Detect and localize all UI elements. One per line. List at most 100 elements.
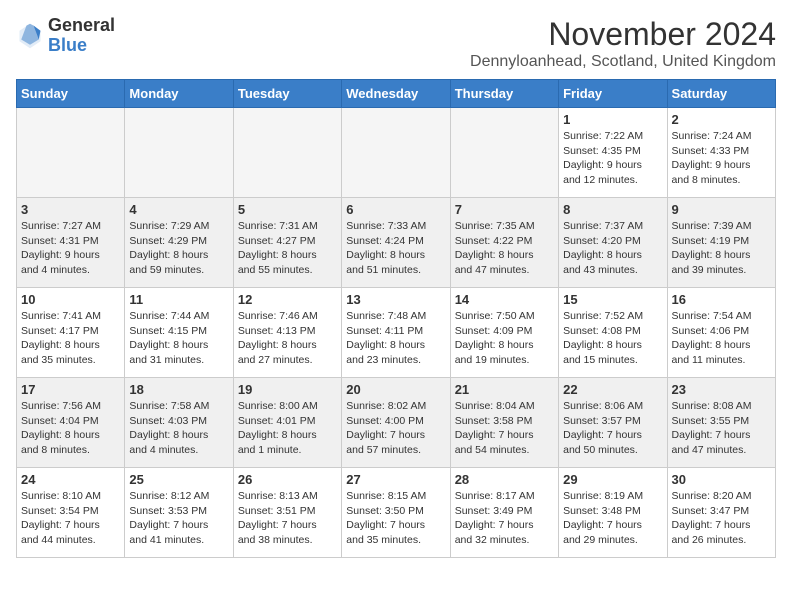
day-cell: 17 Sunrise: 7:56 AM Sunset: 4:04 PM Dayli… [17, 378, 125, 468]
day-number: 4 [129, 202, 228, 217]
day-number: 3 [21, 202, 120, 217]
calendar-week-2: 10 Sunrise: 7:41 AM Sunset: 4:17 PM Dayli… [17, 288, 776, 378]
day-number: 22 [563, 382, 662, 397]
day-number: 8 [563, 202, 662, 217]
header-monday: Monday [125, 80, 233, 108]
day-info: Sunrise: 8:19 AM Sunset: 3:48 PM Dayligh… [563, 489, 662, 548]
day-cell: 3 Sunrise: 7:27 AM Sunset: 4:31 PM Daylig… [17, 198, 125, 288]
day-cell: 26 Sunrise: 8:13 AM Sunset: 3:51 PM Dayli… [233, 468, 341, 558]
day-number: 19 [238, 382, 337, 397]
day-info: Sunrise: 7:54 AM Sunset: 4:06 PM Dayligh… [672, 309, 771, 368]
day-number: 12 [238, 292, 337, 307]
day-cell: 24 Sunrise: 8:10 AM Sunset: 3:54 PM Dayli… [17, 468, 125, 558]
day-info: Sunrise: 7:22 AM Sunset: 4:35 PM Dayligh… [563, 129, 662, 188]
day-cell: 21 Sunrise: 8:04 AM Sunset: 3:58 PM Dayli… [450, 378, 558, 468]
day-number: 17 [21, 382, 120, 397]
day-cell: 4 Sunrise: 7:29 AM Sunset: 4:29 PM Daylig… [125, 198, 233, 288]
day-info: Sunrise: 7:52 AM Sunset: 4:08 PM Dayligh… [563, 309, 662, 368]
day-number: 26 [238, 472, 337, 487]
day-info: Sunrise: 7:41 AM Sunset: 4:17 PM Dayligh… [21, 309, 120, 368]
day-info: Sunrise: 7:48 AM Sunset: 4:11 PM Dayligh… [346, 309, 445, 368]
day-number: 25 [129, 472, 228, 487]
day-number: 2 [672, 112, 771, 127]
month-title: November 2024 [470, 16, 776, 53]
day-cell: 14Sunrise: 7:50 AM Sunset: 4:09 PM Dayli… [450, 288, 558, 378]
day-info: Sunrise: 7:44 AM Sunset: 4:15 PM Dayligh… [129, 309, 228, 368]
logo-icon [16, 22, 44, 50]
day-cell: 8 Sunrise: 7:37 AM Sunset: 4:20 PM Daylig… [559, 198, 667, 288]
location-title: Dennyloanhead, Scotland, United Kingdom [470, 53, 776, 71]
day-info: Sunrise: 7:33 AM Sunset: 4:24 PM Dayligh… [346, 219, 445, 278]
calendar-week-0: 1Sunrise: 7:22 AM Sunset: 4:35 PM Daylig… [17, 108, 776, 198]
day-info: Sunrise: 7:37 AM Sunset: 4:20 PM Dayligh… [563, 219, 662, 278]
day-number: 24 [21, 472, 120, 487]
day-number: 30 [672, 472, 771, 487]
calendar-week-3: 17 Sunrise: 7:56 AM Sunset: 4:04 PM Dayli… [17, 378, 776, 468]
day-cell: 22 Sunrise: 8:06 AM Sunset: 3:57 PM Dayli… [559, 378, 667, 468]
day-number: 6 [346, 202, 445, 217]
day-number: 13 [346, 292, 445, 307]
day-info: Sunrise: 8:20 AM Sunset: 3:47 PM Dayligh… [672, 489, 771, 548]
day-number: 10 [21, 292, 120, 307]
day-cell [17, 108, 125, 198]
day-cell [233, 108, 341, 198]
day-number: 29 [563, 472, 662, 487]
day-cell [125, 108, 233, 198]
day-cell: 19 Sunrise: 8:00 AM Sunset: 4:01 PM Dayli… [233, 378, 341, 468]
logo-general-text: General [48, 16, 115, 36]
day-number: 20 [346, 382, 445, 397]
day-info: Sunrise: 7:58 AM Sunset: 4:03 PM Dayligh… [129, 399, 228, 458]
day-info: Sunrise: 7:29 AM Sunset: 4:29 PM Dayligh… [129, 219, 228, 278]
day-info: Sunrise: 7:46 AM Sunset: 4:13 PM Dayligh… [238, 309, 337, 368]
header-tuesday: Tuesday [233, 80, 341, 108]
page-header: General Blue November 2024 Dennyloanhead… [16, 16, 776, 71]
day-cell: 30 Sunrise: 8:20 AM Sunset: 3:47 PM Dayli… [667, 468, 775, 558]
day-number: 23 [672, 382, 771, 397]
day-info: Sunrise: 8:13 AM Sunset: 3:51 PM Dayligh… [238, 489, 337, 548]
day-info: Sunrise: 8:17 AM Sunset: 3:49 PM Dayligh… [455, 489, 554, 548]
day-info: Sunrise: 8:02 AM Sunset: 4:00 PM Dayligh… [346, 399, 445, 458]
day-cell: 13 Sunrise: 7:48 AM Sunset: 4:11 PM Dayli… [342, 288, 450, 378]
day-number: 15 [563, 292, 662, 307]
day-info: Sunrise: 7:56 AM Sunset: 4:04 PM Dayligh… [21, 399, 120, 458]
day-number: 5 [238, 202, 337, 217]
day-cell: 27Sunrise: 8:15 AM Sunset: 3:50 PM Dayli… [342, 468, 450, 558]
day-number: 7 [455, 202, 554, 217]
day-cell [342, 108, 450, 198]
logo-blue-text: Blue [48, 36, 115, 56]
day-cell: 25 Sunrise: 8:12 AM Sunset: 3:53 PM Dayli… [125, 468, 233, 558]
calendar-week-1: 3 Sunrise: 7:27 AM Sunset: 4:31 PM Daylig… [17, 198, 776, 288]
day-number: 28 [455, 472, 554, 487]
day-number: 16 [672, 292, 771, 307]
day-info: Sunrise: 7:27 AM Sunset: 4:31 PM Dayligh… [21, 219, 120, 278]
day-number: 18 [129, 382, 228, 397]
day-info: Sunrise: 7:35 AM Sunset: 4:22 PM Dayligh… [455, 219, 554, 278]
header-saturday: Saturday [667, 80, 775, 108]
header-friday: Friday [559, 80, 667, 108]
day-cell: 29 Sunrise: 8:19 AM Sunset: 3:48 PM Dayli… [559, 468, 667, 558]
calendar-header-row: SundayMondayTuesdayWednesdayThursdayFrid… [17, 80, 776, 108]
day-number: 27 [346, 472, 445, 487]
day-cell: 15 Sunrise: 7:52 AM Sunset: 4:08 PM Dayli… [559, 288, 667, 378]
day-cell [450, 108, 558, 198]
day-info: Sunrise: 8:00 AM Sunset: 4:01 PM Dayligh… [238, 399, 337, 458]
day-cell: 5Sunrise: 7:31 AM Sunset: 4:27 PM Daylig… [233, 198, 341, 288]
day-cell: 10 Sunrise: 7:41 AM Sunset: 4:17 PM Dayli… [17, 288, 125, 378]
day-info: Sunrise: 8:12 AM Sunset: 3:53 PM Dayligh… [129, 489, 228, 548]
day-info: Sunrise: 8:06 AM Sunset: 3:57 PM Dayligh… [563, 399, 662, 458]
day-number: 21 [455, 382, 554, 397]
day-info: Sunrise: 7:39 AM Sunset: 4:19 PM Dayligh… [672, 219, 771, 278]
header-sunday: Sunday [17, 80, 125, 108]
day-cell: 12 Sunrise: 7:46 AM Sunset: 4:13 PM Dayli… [233, 288, 341, 378]
day-cell: 28 Sunrise: 8:17 AM Sunset: 3:49 PM Dayli… [450, 468, 558, 558]
day-cell: 1Sunrise: 7:22 AM Sunset: 4:35 PM Daylig… [559, 108, 667, 198]
day-cell: 23 Sunrise: 8:08 AM Sunset: 3:55 PM Dayli… [667, 378, 775, 468]
day-cell: 20 Sunrise: 8:02 AM Sunset: 4:00 PM Dayli… [342, 378, 450, 468]
day-info: Sunrise: 8:04 AM Sunset: 3:58 PM Dayligh… [455, 399, 554, 458]
header-thursday: Thursday [450, 80, 558, 108]
day-cell: 2Sunrise: 7:24 AM Sunset: 4:33 PM Daylig… [667, 108, 775, 198]
day-info: Sunrise: 8:10 AM Sunset: 3:54 PM Dayligh… [21, 489, 120, 548]
day-info: Sunrise: 8:08 AM Sunset: 3:55 PM Dayligh… [672, 399, 771, 458]
day-cell: 6 Sunrise: 7:33 AM Sunset: 4:24 PM Daylig… [342, 198, 450, 288]
day-cell: 16 Sunrise: 7:54 AM Sunset: 4:06 PM Dayli… [667, 288, 775, 378]
